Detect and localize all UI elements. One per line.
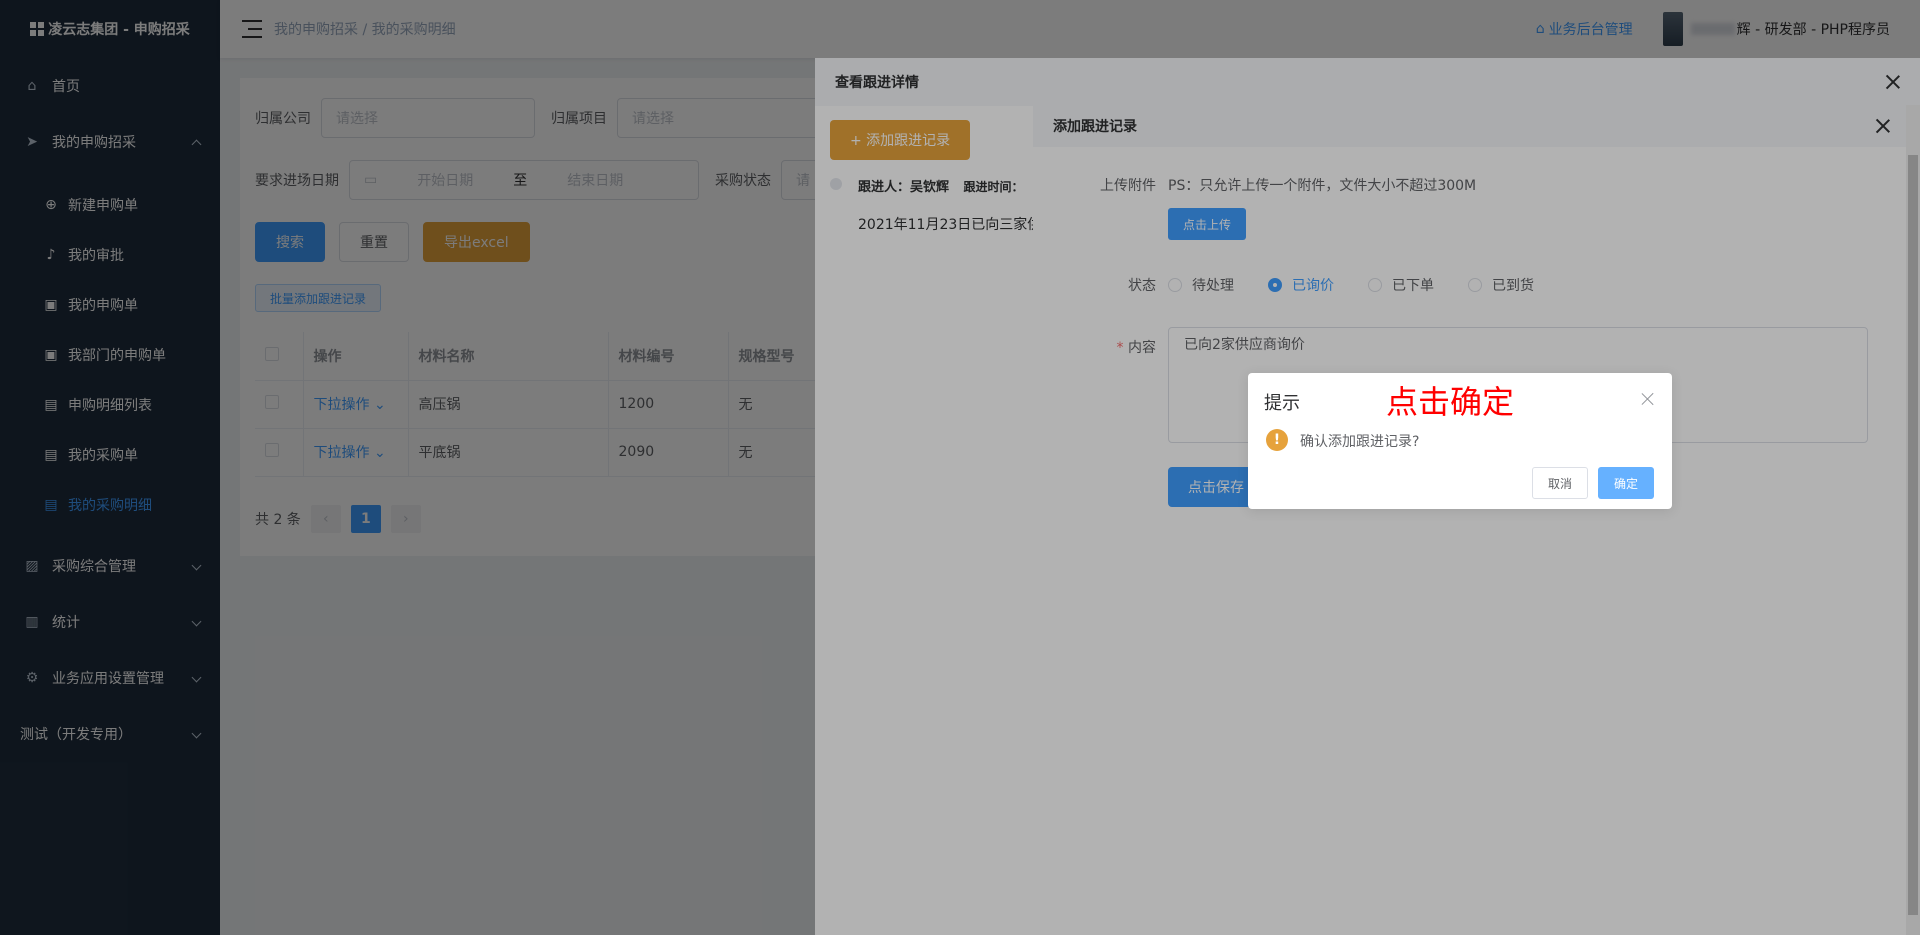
dialog-message: 确认添加跟进记录? (1300, 434, 1420, 450)
warning-icon: ! (1266, 429, 1288, 451)
cancel-button[interactable]: 取消 (1532, 467, 1588, 499)
close-icon[interactable] (1642, 393, 1654, 405)
dialog-title: 提示 (1264, 393, 1300, 414)
annotation-text: 点击确定 (1386, 383, 1515, 421)
confirm-dialog: 提示 点击确定 ! 确认添加跟进记录? 取消 确定 (1248, 373, 1672, 509)
confirm-button[interactable]: 确定 (1598, 467, 1654, 499)
